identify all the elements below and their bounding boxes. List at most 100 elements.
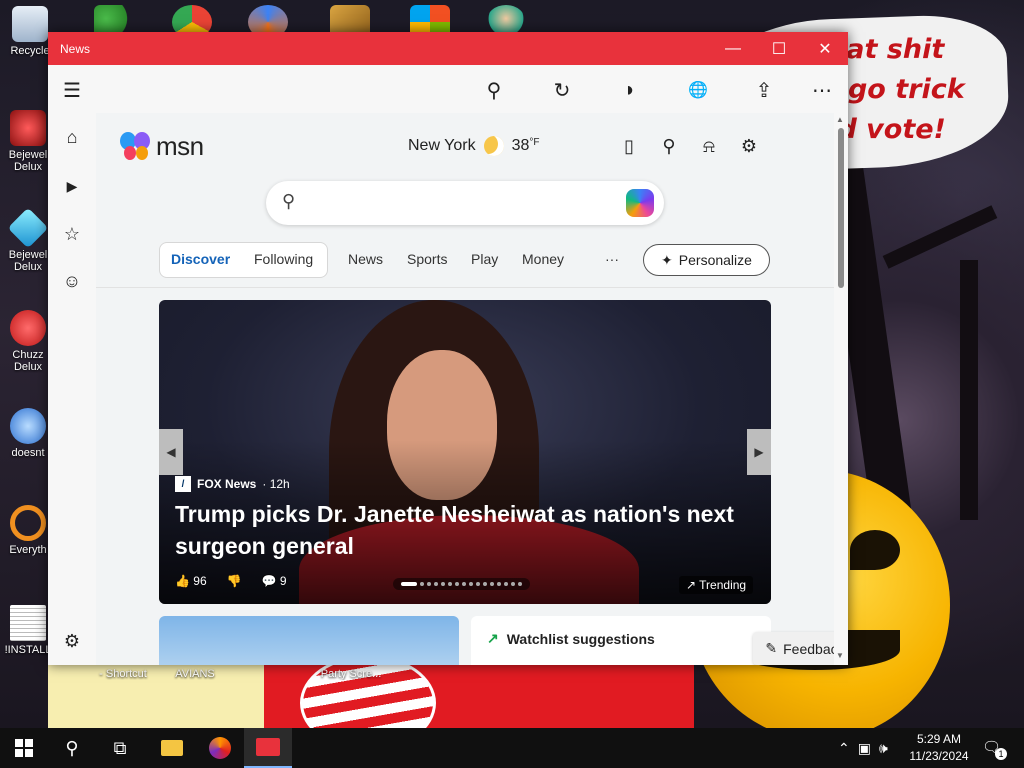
carousel-prev-button[interactable]: ◀ — [159, 429, 183, 475]
system-tray: ⌃ ▣ 🕪 — [838, 728, 888, 768]
share-icon[interactable]: ⇪ — [746, 74, 782, 106]
desktop-icon-chuzzle[interactable]: Chuzz Delux — [4, 310, 52, 373]
task-view-icon[interactable]: ⧉ — [96, 728, 144, 768]
notification-count: 1 — [995, 748, 1007, 760]
video-icon[interactable]: ▶ — [54, 168, 90, 204]
trophy-icon[interactable]: ⚲ — [656, 133, 682, 159]
scroll-down-icon[interactable]: ▼ — [836, 651, 844, 660]
nav-tabs: Discover Following News Sports Play Mone… — [159, 242, 779, 278]
weather-widget[interactable]: New York 38°F — [408, 136, 540, 156]
carousel-dots[interactable] — [393, 578, 530, 590]
document-icon — [10, 605, 46, 641]
window-title: News — [60, 41, 91, 56]
personalize-label: Personalize — [678, 252, 752, 268]
minimize-button[interactable]: — — [710, 32, 756, 65]
close-button[interactable]: ✕ — [802, 32, 848, 65]
firefox-icon[interactable] — [196, 728, 244, 768]
shortcut-label: - Shortcut — [99, 668, 147, 680]
story-headline[interactable]: Trump picks Dr. Janette Nesheiwat as nat… — [175, 498, 735, 562]
news-app-icon[interactable] — [244, 728, 292, 768]
scroll-up-icon[interactable]: ▲ — [836, 115, 844, 124]
search-input[interactable] — [310, 189, 614, 219]
more-tabs-button[interactable]: ··· — [605, 251, 619, 267]
tab-money[interactable]: Money — [522, 251, 564, 267]
vertical-scrollbar[interactable]: ▲ ▼ — [834, 113, 848, 665]
phone-icon[interactable]: ▯ — [616, 133, 642, 159]
fox-news-logo-icon: / — [175, 476, 191, 492]
desktop-icon-install[interactable]: !INSTALL — [4, 605, 52, 656]
search-icon[interactable]: ⚲ — [48, 728, 96, 768]
source-name: FOX News — [197, 477, 257, 491]
trending-label: Trending — [699, 578, 747, 592]
search-icon: ⚲ — [282, 191, 296, 211]
chuzzle-label: Chuzz Delux — [12, 349, 44, 373]
volume-icon[interactable]: 🕪 — [879, 740, 888, 757]
clock-time: 5:29 AM — [916, 732, 962, 746]
dark-mode-icon[interactable]: ◗ — [612, 74, 648, 106]
hero-story-card[interactable]: ◀ ▶ / FOX News · 12h Trump picks Dr. Jan… — [159, 300, 771, 604]
carousel-next-button[interactable]: ▶ — [747, 429, 771, 475]
settings-icon[interactable]: ⚙ — [54, 623, 90, 659]
desktop-icon-bejeweled-2[interactable]: Bejewel Delux — [4, 207, 52, 273]
everything-label: Everyth — [9, 544, 47, 556]
clock[interactable]: 5:29 AM 11/23/2024 — [904, 731, 974, 765]
smile-icon[interactable]: ☺ — [54, 263, 90, 299]
like-count: 96 — [193, 574, 207, 588]
left-rail: ⌂ ▶ ☆ ☺ ⚙ — [48, 113, 96, 665]
desktop-label-shortcut[interactable]: - Shortcut — [88, 668, 158, 680]
desktop-label-party[interactable]: Party Scre... — [316, 668, 386, 680]
desktop-icon-recycle-bin[interactable]: Recycle — [6, 6, 54, 57]
hamburger-menu-icon[interactable]: ☰ — [54, 74, 90, 106]
moon-cloud-icon — [483, 136, 504, 156]
home-icon[interactable]: ⌂ — [54, 119, 90, 155]
more-options-icon[interactable]: ⋯ — [804, 74, 840, 106]
story-source[interactable]: / FOX News · 12h — [175, 476, 290, 492]
clock-date: 11/23/2024 — [909, 749, 969, 763]
chuzzle-icon — [10, 310, 46, 346]
maximize-button[interactable]: ☐ — [756, 32, 802, 65]
tab-following[interactable]: Following — [254, 251, 313, 267]
globe-icon[interactable]: 🌐 — [680, 74, 716, 106]
file-explorer-icon[interactable] — [148, 728, 196, 768]
favorites-list-icon[interactable]: ☆ — [54, 216, 90, 252]
chevron-up-icon[interactable]: ⌃ — [838, 740, 850, 757]
trending-badge: ↗ Trending — [679, 576, 754, 594]
network-icon[interactable]: ▣ — [858, 740, 871, 757]
copilot-icon[interactable] — [626, 189, 654, 217]
bubble-icon — [10, 408, 46, 444]
nav-divider — [96, 287, 834, 288]
watchlist-card[interactable]: ↗ Watchlist suggestions — [471, 616, 771, 665]
tab-play[interactable]: Play — [471, 251, 498, 267]
watchlist-title: Watchlist suggestions — [506, 630, 655, 647]
scrollbar-thumb[interactable] — [838, 128, 844, 288]
story-card-image[interactable] — [159, 616, 459, 665]
tab-sports[interactable]: Sports — [407, 251, 447, 267]
sparkle-icon: ✦ — [661, 251, 673, 268]
bell-icon[interactable]: ⍾ — [696, 133, 722, 159]
tab-discover[interactable]: Discover — [171, 251, 230, 267]
desktop-icon-doesnt[interactable]: doesnt — [4, 408, 52, 459]
title-bar[interactable]: News — ☐ ✕ — [48, 32, 848, 65]
comment-count: 9 — [279, 574, 287, 588]
desktop-icon-bejeweled-1[interactable]: Bejewel Delux — [4, 110, 52, 173]
start-windows-icon[interactable] — [0, 728, 48, 768]
party-label: Party Scre... — [320, 668, 382, 680]
desktop-icon-everything[interactable]: Everyth — [4, 505, 52, 556]
msn-content: msn New York 38°F ▯ ⚲ ⍾ ⚙ ⚲ Discover Fol… — [96, 113, 848, 665]
gem-icon — [10, 110, 46, 146]
personalize-button[interactable]: ✦ Personalize — [643, 244, 770, 276]
pin-icon[interactable]: ⚲ — [476, 74, 512, 106]
tab-news[interactable]: News — [348, 251, 383, 267]
search-magnifier-icon — [10, 505, 46, 541]
avians-label: AVIANS — [175, 668, 215, 680]
gear-icon[interactable]: ⚙ — [736, 133, 762, 159]
comment-button[interactable]: 💬 9 — [262, 574, 287, 588]
refresh-icon[interactable]: ↻ — [544, 74, 580, 106]
dislike-icon[interactable]: 👎 — [227, 574, 242, 588]
search-box[interactable]: ⚲ — [266, 181, 664, 225]
taskbar: ⚲ ⧉ ⌃ ▣ 🕪 5:29 AM 11/23/2024 🗨 1 — [0, 728, 1024, 768]
butterfly-icon — [120, 131, 152, 162]
desktop-label-avians[interactable]: AVIANS — [160, 668, 230, 680]
like-button[interactable]: 👍 96 — [175, 574, 207, 588]
msn-logo[interactable]: msn — [120, 131, 204, 162]
